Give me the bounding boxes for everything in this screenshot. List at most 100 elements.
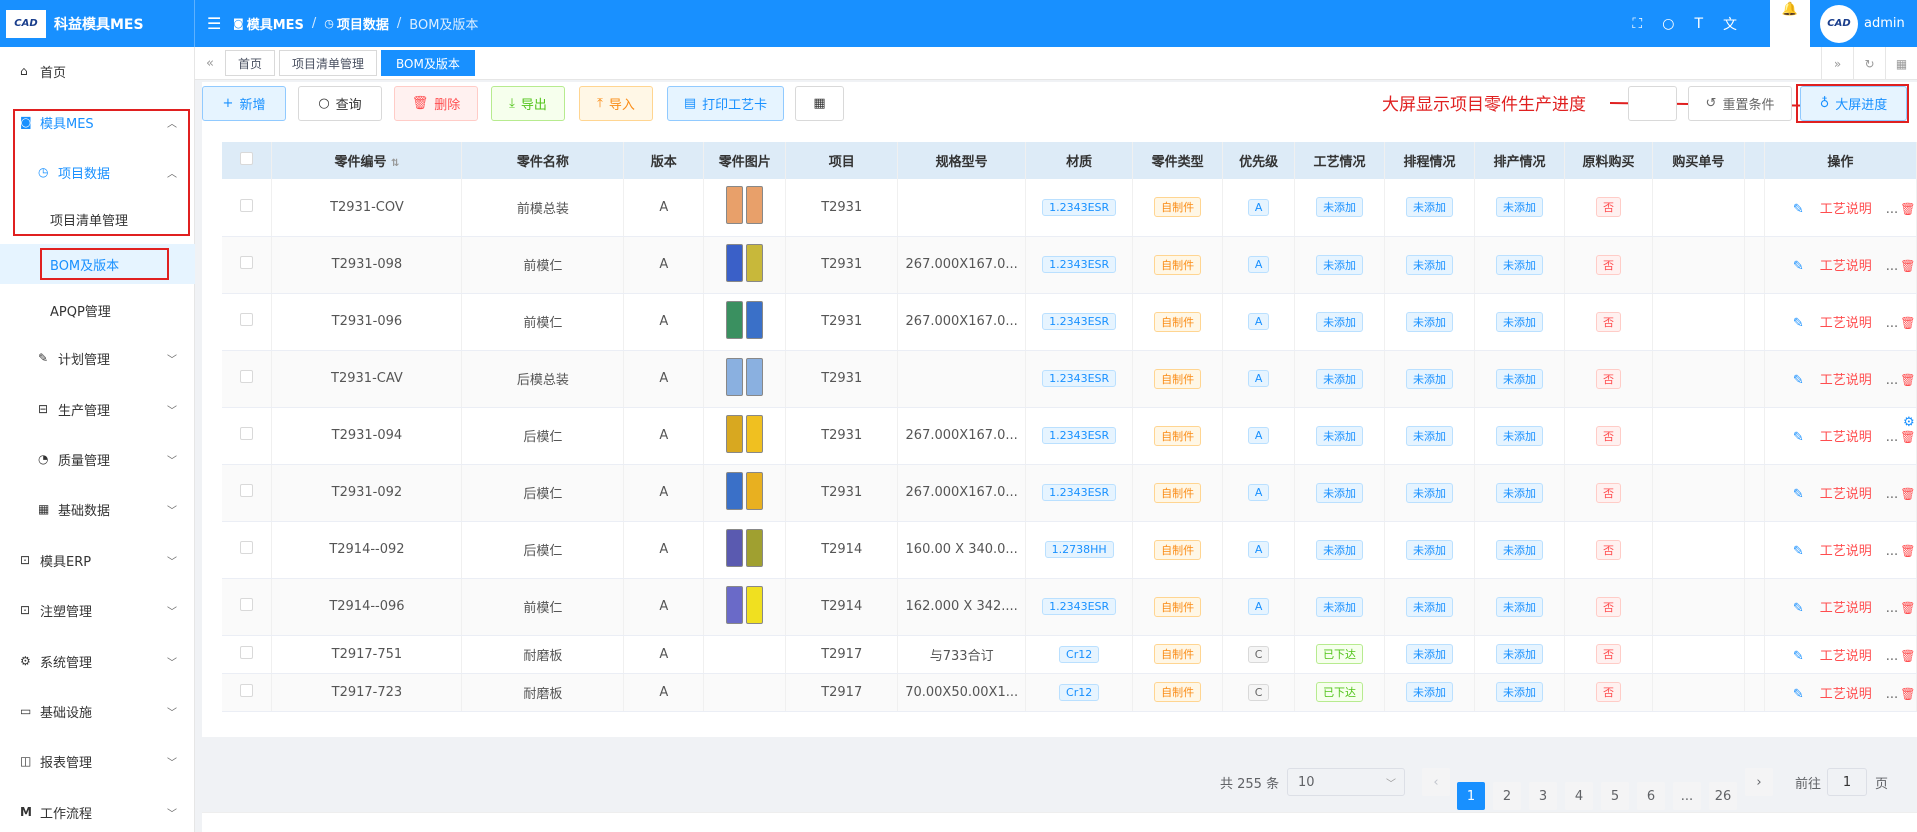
page-button[interactable]: 6 — [1637, 782, 1665, 810]
table-row[interactable]: T2931-CAV 后模总装 A T2931 1.2343ESR 自制件 A 未添加 未添加 未添… — [222, 350, 1917, 408]
craft-note-link[interactable]: 工艺说明 — [1820, 687, 1872, 702]
page-button[interactable]: 2 — [1493, 782, 1521, 810]
page-button[interactable]: 1 — [1457, 782, 1485, 810]
part-image[interactable] — [726, 528, 764, 567]
more-link[interactable]: ... — [1886, 487, 1898, 502]
export-button[interactable]: ⤓ 导出 — [491, 86, 565, 121]
delete-button[interactable]: 🗑 删除 — [394, 86, 478, 121]
font-size-icon[interactable]: T — [1694, 16, 1703, 32]
page-button[interactable]: 4 — [1565, 782, 1593, 810]
row-checkbox[interactable] — [222, 464, 273, 522]
row-checkbox[interactable] — [222, 236, 273, 294]
more-link[interactable]: ... — [1886, 430, 1898, 445]
add-button[interactable]: + 新增 — [202, 86, 286, 121]
sidebar-item-quality[interactable]: ◔ 质量管理 ﹀ — [0, 439, 195, 479]
page-ellipsis[interactable]: ... — [1673, 782, 1701, 810]
delete-icon[interactable]: 🗑 — [1900, 487, 1915, 501]
part-image[interactable] — [726, 357, 764, 396]
fullscreen-icon[interactable]: ⛶ — [1632, 16, 1642, 32]
sidebar-item-infrastructure[interactable]: ▭ 基础设施 ﹀ — [0, 691, 195, 731]
table-row[interactable]: T2931-092 后模仁 A T2931 267.000X167.0... 1.2343… — [222, 464, 1917, 522]
craft-note-link[interactable]: 工艺说明 — [1820, 649, 1872, 664]
table-row[interactable]: T2917-751 耐磨板 A T2917 与733合订 Cr12 自制件 C 已下达 未添加 未添… — [222, 635, 1917, 674]
delete-icon[interactable]: 🗑 — [1900, 259, 1915, 273]
sidebar-item-project-list[interactable]: 项目清单管理 — [0, 199, 195, 239]
more-link[interactable]: ... — [1886, 649, 1898, 664]
app-logo[interactable]: CAD 科益模具MES — [0, 0, 195, 47]
craft-note-link[interactable]: 工艺说明 — [1820, 373, 1872, 388]
craft-note-link[interactable]: 工艺说明 — [1820, 202, 1872, 217]
delete-icon[interactable]: 🗑 — [1900, 373, 1915, 387]
edit-icon[interactable]: ✎ — [1793, 544, 1804, 559]
row-checkbox[interactable] — [222, 635, 273, 674]
craft-note-link[interactable]: 工艺说明 — [1820, 259, 1872, 274]
delete-icon[interactable]: 🗑 — [1900, 601, 1915, 615]
row-checkbox[interactable] — [222, 179, 273, 237]
table-row[interactable]: T2931-096 前模仁 A T2931 267.000X167.0... 1.2343… — [222, 293, 1917, 351]
row-checkbox[interactable] — [222, 350, 273, 408]
sidebar-item-plan[interactable]: ✎ 计划管理 ﹀ — [0, 338, 195, 378]
table-row[interactable]: T2917-723 耐磨板 A T2917 70.00X50.00X1... Cr12 自制… — [222, 673, 1917, 712]
part-image[interactable] — [726, 186, 764, 225]
hamburger-icon[interactable]: ☰ — [207, 14, 233, 33]
row-checkbox[interactable] — [222, 521, 273, 579]
craft-note-link[interactable]: 工艺说明 — [1820, 430, 1872, 445]
table-row[interactable]: T2914--092 后模仁 A T2914 160.00 X 340.0... 1.27… — [222, 521, 1917, 579]
row-checkbox[interactable] — [222, 407, 273, 465]
edit-icon[interactable]: ✎ — [1793, 202, 1804, 217]
row-checkbox[interactable] — [222, 673, 273, 712]
select-all-checkbox[interactable] — [222, 142, 273, 179]
part-image[interactable] — [726, 471, 764, 510]
sidebar-item-basic-data[interactable]: ▦ 基础数据 ﹀ — [0, 489, 195, 529]
query-button[interactable]: ○ 查询 — [298, 86, 382, 121]
floating-settings-icon[interactable]: ⚙ — [1903, 415, 1917, 431]
more-link[interactable]: ... — [1886, 601, 1898, 616]
col-part-code[interactable]: 零件编号 ⇅ — [271, 142, 463, 179]
translate-icon[interactable]: 文 — [1723, 14, 1737, 34]
sidebar-item-home[interactable]: ⌂ 首页 — [0, 51, 195, 91]
import-button[interactable]: ⤒ 导入 — [579, 86, 653, 121]
edit-icon[interactable]: ✎ — [1793, 373, 1804, 388]
edit-icon[interactable]: ✎ — [1793, 487, 1804, 502]
refresh-icon[interactable]: ↻ — [1853, 47, 1885, 80]
craft-note-link[interactable]: 工艺说明 — [1820, 544, 1872, 559]
part-image[interactable] — [726, 243, 764, 282]
sidebar-item-system[interactable]: ⚙ 系统管理 ﹀ — [0, 641, 195, 681]
more-link[interactable]: ... — [1886, 373, 1898, 388]
part-image[interactable] — [726, 300, 764, 339]
edit-icon[interactable]: ✎ — [1793, 316, 1804, 331]
more-link[interactable]: ... — [1886, 316, 1898, 331]
sidebar-item-reports[interactable]: ◫ 报表管理 ﹀ — [0, 741, 195, 781]
tag-project-list[interactable]: 项目清单管理 — [279, 50, 378, 76]
next-page-button[interactable]: › — [1745, 768, 1773, 796]
edit-icon[interactable]: ✎ — [1793, 430, 1804, 445]
tag-bom[interactable]: BOM及版本 — [381, 50, 475, 76]
part-image[interactable] — [726, 414, 764, 453]
table-row[interactable]: T2931-COV 前模总装 A T2931 1.2343ESR 自制件 A 未添加 未添加 未添… — [222, 179, 1917, 237]
more-link[interactable]: ... — [1886, 544, 1898, 559]
delete-icon[interactable]: 🗑 — [1900, 544, 1915, 558]
table-row[interactable]: T2931-098 前模仁 A T2931 267.000X167.0... 1.2343… — [222, 236, 1917, 294]
craft-note-link[interactable]: 工艺说明 — [1820, 487, 1872, 502]
toggle-search-button[interactable] — [1628, 86, 1677, 121]
edit-icon[interactable]: ✎ — [1793, 687, 1804, 702]
breadcrumb-item-2[interactable]: 项目数据 — [337, 14, 389, 33]
tag-home[interactable]: 首页 — [225, 50, 276, 76]
edit-icon[interactable]: ✎ — [1793, 601, 1804, 616]
prev-page-button[interactable]: ‹ — [1422, 768, 1450, 796]
row-checkbox[interactable] — [222, 293, 273, 351]
table-row[interactable]: T2931-094 后模仁 A T2931 267.000X167.0... 1.2343… — [222, 407, 1917, 465]
double-chevron-left-icon[interactable]: « — [195, 56, 225, 71]
delete-icon[interactable]: 🗑 — [1900, 202, 1915, 216]
page-button[interactable]: 5 — [1601, 782, 1629, 810]
delete-icon[interactable]: 🗑 — [1900, 430, 1915, 444]
edit-icon[interactable]: ✎ — [1793, 649, 1804, 664]
sidebar-item-production[interactable]: ⊟ 生产管理 ﹀ — [0, 389, 195, 429]
sidebar-item-workflow[interactable]: M 工作流程 ﹀ — [0, 792, 195, 832]
sidebar-item-injection[interactable]: ⊡ 注塑管理 ﹀ — [0, 590, 195, 630]
craft-note-link[interactable]: 工艺说明 — [1820, 316, 1872, 331]
more-link[interactable]: ... — [1886, 202, 1898, 217]
search-icon[interactable]: ○ — [1662, 16, 1674, 32]
double-chevron-right-icon[interactable]: » — [1821, 47, 1853, 80]
column-settings-button[interactable]: ▦ — [795, 86, 844, 121]
